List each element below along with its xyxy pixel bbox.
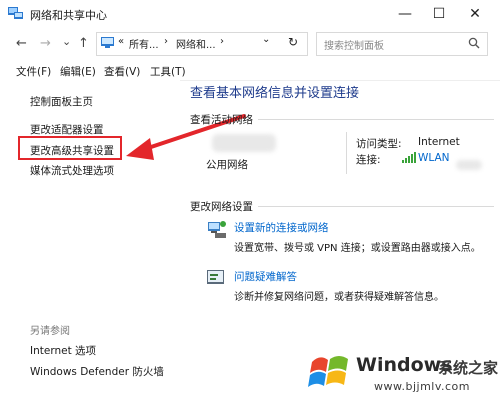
active-networks-heading: 查看活动网络	[190, 114, 253, 126]
network-name-blurred	[212, 134, 276, 152]
network-center-icon	[8, 7, 23, 19]
blurred-detail	[456, 160, 482, 170]
network-vertical-divider	[346, 132, 347, 174]
watermark-url: www.bjjmlv.com	[374, 380, 470, 393]
section-divider-settings	[258, 206, 494, 207]
connection-label: 连接:	[356, 154, 381, 166]
close-button[interactable]: ✕	[458, 0, 492, 28]
connection-wlan-link[interactable]: WLAN	[418, 152, 450, 164]
sidebar-item-media-streaming[interactable]: 媒体流式处理选项	[30, 163, 114, 178]
annotation-highlight-box	[18, 136, 122, 160]
windows-logo-icon	[308, 356, 348, 387]
menu-edit[interactable]: 编辑(E)	[60, 64, 96, 79]
search-icon[interactable]	[468, 37, 480, 49]
section-divider-active	[258, 119, 494, 120]
access-type-label: 访问类型:	[356, 138, 402, 150]
breadcrumb-network[interactable]: 网络和...	[176, 36, 216, 51]
troubleshoot-icon	[207, 270, 224, 284]
forward-button[interactable]: →	[40, 36, 51, 51]
watermark-cn: 系统之家	[438, 359, 499, 377]
sidebar-item-defender-firewall[interactable]: Windows Defender 防火墙	[30, 364, 164, 379]
wifi-signal-icon	[402, 152, 416, 163]
network-type: 公用网络	[206, 159, 248, 171]
breadcrumb-arrow-1: ›	[164, 36, 168, 47]
up-button[interactable]: ↑	[78, 36, 89, 51]
breadcrumb-all[interactable]: 所有...	[129, 36, 159, 51]
control-panel-icon	[101, 37, 114, 48]
maximize-button[interactable]: ☐	[422, 0, 456, 28]
breadcrumb-separator: «	[118, 36, 125, 47]
search-placeholder: 搜索控制面板	[324, 41, 384, 52]
troubleshoot-link[interactable]: 问题疑难解答	[234, 269, 297, 284]
setup-connection-description: 设置宽带、拨号或 VPN 连接；或设置路由器或接入点。	[234, 243, 481, 254]
recent-locations-button[interactable]: ⌄	[62, 35, 71, 48]
address-dropdown-icon[interactable]: ⌄	[262, 34, 270, 45]
menu-tools[interactable]: 工具(T)	[150, 64, 186, 79]
see-also-heading: 另请参阅	[30, 326, 70, 337]
menu-file[interactable]: 文件(F)	[16, 64, 51, 79]
minimize-button[interactable]: —	[388, 0, 422, 28]
sidebar-item-home[interactable]: 控制面板主页	[30, 94, 93, 109]
window-title: 网络和共享中心	[30, 9, 107, 22]
access-type-value: Internet	[418, 136, 460, 148]
back-button[interactable]: ←	[16, 36, 27, 51]
menu-view[interactable]: 查看(V)	[104, 64, 140, 79]
sidebar-item-internet-options[interactable]: Internet 选项	[30, 343, 96, 358]
troubleshoot-description: 诊断并修复网络问题，或者获得疑难解答信息。	[234, 292, 444, 303]
change-settings-heading: 更改网络设置	[190, 201, 253, 213]
setup-connection-link[interactable]: 设置新的连接或网络	[234, 220, 329, 235]
refresh-icon[interactable]: ↻	[288, 35, 298, 49]
breadcrumb-arrow-2: ›	[220, 36, 224, 47]
sidebar-item-adapter-settings[interactable]: 更改适配器设置	[30, 122, 104, 137]
new-connection-icon	[208, 221, 226, 238]
page-title: 查看基本网络信息并设置连接	[190, 86, 360, 101]
